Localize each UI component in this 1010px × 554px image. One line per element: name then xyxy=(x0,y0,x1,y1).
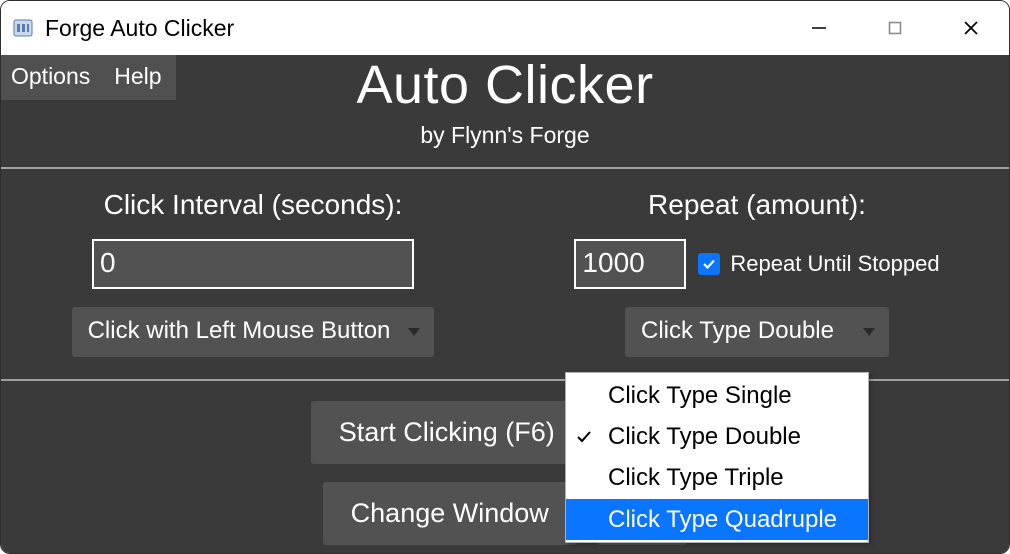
repeat-column: Repeat (amount): 1000 Repeat Until Stopp… xyxy=(505,189,1009,289)
settings-row: Click Interval (seconds): 0 Repeat (amou… xyxy=(1,169,1009,307)
repeat-input[interactable]: 1000 xyxy=(574,239,686,289)
maximize-button[interactable] xyxy=(857,1,933,55)
start-button[interactable]: Start Clicking (F6) xyxy=(311,401,583,464)
click-type-dropdown-menu: Click Type Single Click Type Double Clic… xyxy=(565,372,869,543)
page-subtitle: by Flynn's Forge xyxy=(1,122,1009,149)
content: Auto Clicker by Flynn's Forge Click Inte… xyxy=(1,100,1009,553)
repeat-label: Repeat (amount): xyxy=(648,189,866,221)
header-block: Auto Clicker by Flynn's Forge xyxy=(1,54,1009,167)
window-controls xyxy=(781,1,1009,55)
page-title: Auto Clicker xyxy=(1,54,1009,116)
chevron-down-icon xyxy=(863,328,875,336)
titlebar: Forge Auto Clicker xyxy=(1,1,1009,55)
option-label: Click Type Single xyxy=(608,382,792,409)
repeat-until-stopped-label: Repeat Until Stopped xyxy=(730,251,939,277)
mouse-button-dropdown[interactable]: Click with Left Mouse Button xyxy=(72,307,435,357)
mouse-button-dropdown-value: Click with Left Mouse Button xyxy=(88,317,391,344)
close-button[interactable] xyxy=(933,1,1009,55)
window-title: Forge Auto Clicker xyxy=(45,15,781,42)
repeat-until-stopped[interactable]: Repeat Until Stopped xyxy=(698,251,939,277)
click-type-option-double[interactable]: Click Type Double xyxy=(566,416,868,457)
click-type-option-triple[interactable]: Click Type Triple xyxy=(566,457,868,498)
option-label: Click Type Quadruple xyxy=(608,506,837,533)
app-window: Forge Auto Clicker Options Help Auto Cli… xyxy=(0,0,1010,554)
interval-label: Click Interval (seconds): xyxy=(104,189,403,221)
option-label: Click Type Double xyxy=(608,423,801,450)
check-icon xyxy=(576,429,592,445)
change-window-button[interactable]: Change Window xyxy=(323,482,577,545)
chevron-down-icon xyxy=(408,328,420,336)
app-icon xyxy=(9,14,37,42)
click-type-dropdown[interactable]: Click Type Double xyxy=(625,307,889,357)
checkbox-icon xyxy=(698,253,720,275)
interval-input[interactable]: 0 xyxy=(92,239,414,289)
click-type-dropdown-value: Click Type Double xyxy=(641,317,834,344)
click-type-option-quadruple[interactable]: Click Type Quadruple xyxy=(566,499,868,540)
minimize-button[interactable] xyxy=(781,1,857,55)
click-type-option-single[interactable]: Click Type Single xyxy=(566,375,868,416)
dropdowns-row: Click with Left Mouse Button Click Type … xyxy=(1,307,1009,361)
interval-column: Click Interval (seconds): 0 xyxy=(1,189,505,289)
option-label: Click Type Triple xyxy=(608,464,784,491)
